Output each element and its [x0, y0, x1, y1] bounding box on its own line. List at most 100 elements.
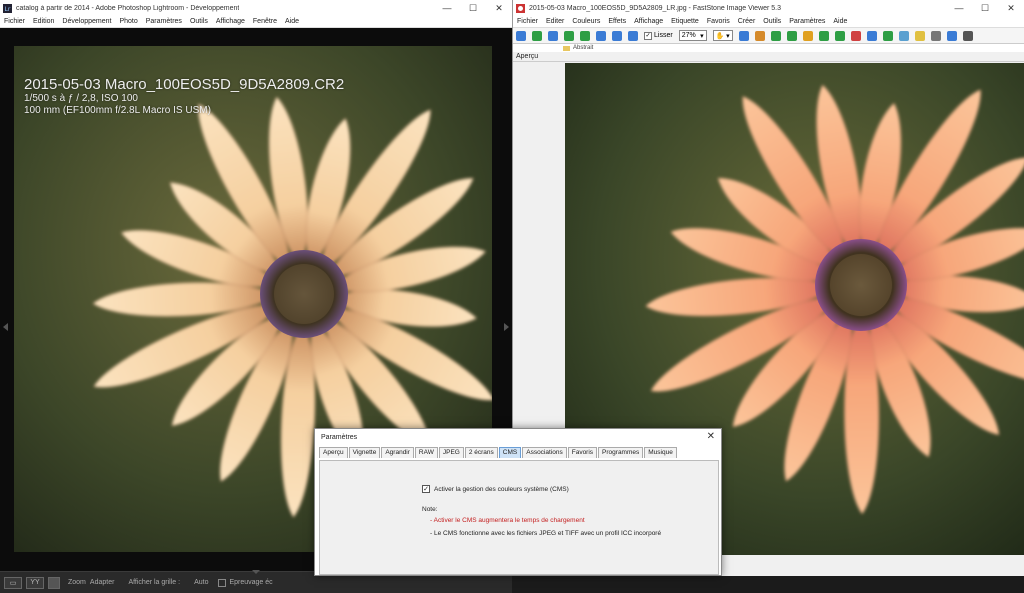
minimize-icon[interactable]: —: [946, 0, 972, 16]
lightroom-menu-item[interactable]: Développement: [58, 18, 115, 25]
tab-jpeg[interactable]: JPEG: [438, 447, 464, 458]
faststone-menu-item[interactable]: Couleurs: [568, 18, 604, 25]
faststone-menu-item[interactable]: Fichier: [513, 18, 542, 25]
tab-raw[interactable]: RAW: [414, 447, 438, 458]
zoom-select[interactable]: Adapter: [90, 579, 115, 586]
toolbar-tool-icon[interactable]: [802, 30, 813, 41]
toolbar-tool-icon[interactable]: [596, 30, 606, 41]
tab-vignette[interactable]: Vignette: [348, 447, 381, 458]
zoom-value: 27%: [681, 32, 696, 39]
flag-color-button[interactable]: [48, 576, 60, 589]
lightroom-app-icon: Lr: [3, 3, 12, 13]
grid-select[interactable]: Afficher la grille :: [128, 579, 180, 586]
lightroom-menu-item[interactable]: Fenêtre: [249, 18, 281, 25]
cms-option[interactable]: ✓ Activer la gestion des couleurs systèm…: [422, 485, 569, 493]
lightroom-menu-item[interactable]: Affichage: [212, 18, 249, 25]
faststone-menu-item[interactable]: Paramètres: [785, 18, 829, 25]
close-icon[interactable]: ✕: [486, 0, 512, 16]
tab-musique[interactable]: Musique: [644, 447, 677, 458]
settings-dialog: Paramètres ✕ Aperçu Vignette Agrandir RAW JP…: [314, 428, 722, 576]
toolbar-tool-icon[interactable]: [516, 30, 526, 41]
loupe-view-button[interactable]: ▭: [4, 576, 22, 589]
close-icon[interactable]: ✕: [998, 0, 1024, 16]
dialog-close-icon[interactable]: ✕: [707, 431, 715, 442]
toolbar-tool-icon[interactable]: [754, 30, 765, 41]
hand-tool-select[interactable]: ✋ ▾: [712, 30, 733, 41]
tab-agrandir[interactable]: Agrandir: [381, 447, 414, 458]
maximize-icon[interactable]: ☐: [460, 0, 486, 16]
toolbar-tool-icon[interactable]: [882, 30, 893, 41]
toolbar-tool-icon[interactable]: [580, 30, 590, 41]
toolbar-tool-icon[interactable]: [738, 30, 749, 41]
lightroom-menu-item[interactable]: Paramètres: [142, 18, 186, 25]
note-info: - Le CMS fonctionne avec les fichiers JP…: [430, 530, 662, 537]
toolbar-tool-icon[interactable]: [866, 30, 877, 41]
tab-aper-u[interactable]: Aperçu: [319, 447, 348, 458]
before-after-button[interactable]: YY: [26, 576, 44, 589]
chevron-down-icon: ▾: [726, 32, 730, 40]
tab-associations[interactable]: Associations: [522, 447, 567, 458]
toolbar-tool-icon[interactable]: [898, 30, 909, 41]
cms-checkbox-label: Activer la gestion des couleurs système …: [434, 485, 569, 493]
note-label: Note:: [422, 506, 438, 513]
faststone-menu-item[interactable]: Favoris: [703, 18, 734, 25]
photo-info-overlay: 2015-05-03 Macro_100EOS5D_9D5A2809.CR2 1…: [24, 76, 344, 117]
toolbar-tool-icon[interactable]: [786, 30, 797, 41]
maximize-icon[interactable]: ☐: [972, 0, 998, 16]
minimize-icon[interactable]: —: [434, 0, 460, 16]
left-panel-toggle-icon[interactable]: [3, 323, 8, 331]
lightroom-menu-item[interactable]: Fichier: [0, 18, 29, 25]
chevron-down-icon: ▾: [700, 32, 704, 40]
lightroom-menu-item[interactable]: Edition: [29, 18, 58, 25]
toolbar-tool-icon[interactable]: [914, 30, 925, 41]
toolbar-tool-icon[interactable]: [548, 30, 558, 41]
tab-2-crans[interactable]: 2 écrans: [464, 447, 498, 458]
zoom-select[interactable]: 27% ▾: [678, 30, 707, 41]
lightroom-menu-item[interactable]: Photo: [115, 18, 141, 25]
faststone-menu-item[interactable]: Etiquette: [667, 18, 703, 25]
auto-select[interactable]: Auto: [194, 579, 208, 586]
toolbar-tool-icon[interactable]: [628, 30, 638, 41]
toolbar-tool-icon[interactable]: [770, 30, 781, 41]
toolbar-tool-icon[interactable]: [850, 30, 861, 41]
soft-proof-checkbox[interactable]: [218, 578, 227, 587]
faststone-menu-item[interactable]: Editer: [542, 18, 568, 25]
faststone-titlebar: 2015-05-03 Macro_100EOS5D_9D5A2809_LR.jp…: [513, 0, 1024, 16]
lightroom-menubar: Fichier Edition Développement Photo Paramètr…: [0, 16, 512, 28]
preview-label: Aperçu: [513, 52, 1024, 62]
zoom-label: Zoom: [68, 579, 86, 586]
faststone-app-icon: [516, 3, 525, 13]
toolbar-tool-icon[interactable]: [834, 30, 845, 41]
filmstrip-toggle-icon[interactable]: [252, 570, 260, 574]
faststone-menu-item[interactable]: Affichage: [630, 18, 667, 25]
toolbar-tool-icon[interactable]: [612, 30, 622, 41]
toolbar-tool-icon[interactable]: [532, 30, 542, 41]
toolbar-tool-icon[interactable]: [962, 30, 973, 41]
toolbar-tool-icon[interactable]: [818, 30, 829, 41]
dialog-titlebar: Paramètres ✕: [315, 429, 721, 445]
svg-text:Lr: Lr: [5, 6, 11, 13]
cms-checkbox[interactable]: ✓: [422, 485, 430, 493]
lightroom-menu-item[interactable]: Aide: [281, 18, 303, 25]
tab-favoris[interactable]: Favoris: [567, 447, 598, 458]
right-panel-toggle-icon[interactable]: [504, 323, 509, 331]
tab-cms[interactable]: CMS: [498, 447, 522, 458]
faststone-menubar: Fichier Editer Couleurs Effets Affichage Etiq…: [513, 16, 1024, 28]
smooth-label: Lisser: [654, 32, 673, 39]
lightroom-menu-item[interactable]: Outils: [186, 18, 212, 25]
faststone-menu-item[interactable]: Créer: [734, 18, 760, 25]
smooth-checkbox[interactable]: ✓: [644, 31, 652, 40]
faststone-menu-item[interactable]: Aide: [829, 18, 851, 25]
toolbar-tool-icon[interactable]: [564, 30, 574, 41]
toolbar-tool-icon[interactable]: [946, 30, 957, 41]
photo-lens: 100 mm (EF100mm f/2.8L Macro IS USM): [24, 105, 211, 116]
hand-icon: ✋: [715, 32, 725, 40]
faststone-menu-item[interactable]: Effets: [604, 18, 630, 25]
faststone-menu-item[interactable]: Outils: [759, 18, 785, 25]
smooth-toggle[interactable]: ✓ Lisser: [644, 31, 673, 40]
tab-programmes[interactable]: Programmes: [598, 447, 644, 458]
faststone-title: 2015-05-03 Macro_100EOS5D_9D5A2809_LR.jp…: [529, 4, 782, 12]
photo-filename: 2015-05-03 Macro_100EOS5D_9D5A2809.CR2: [24, 76, 345, 93]
toolbar-tool-icon[interactable]: [930, 30, 941, 41]
folder-name[interactable]: Abstrait: [573, 45, 593, 51]
